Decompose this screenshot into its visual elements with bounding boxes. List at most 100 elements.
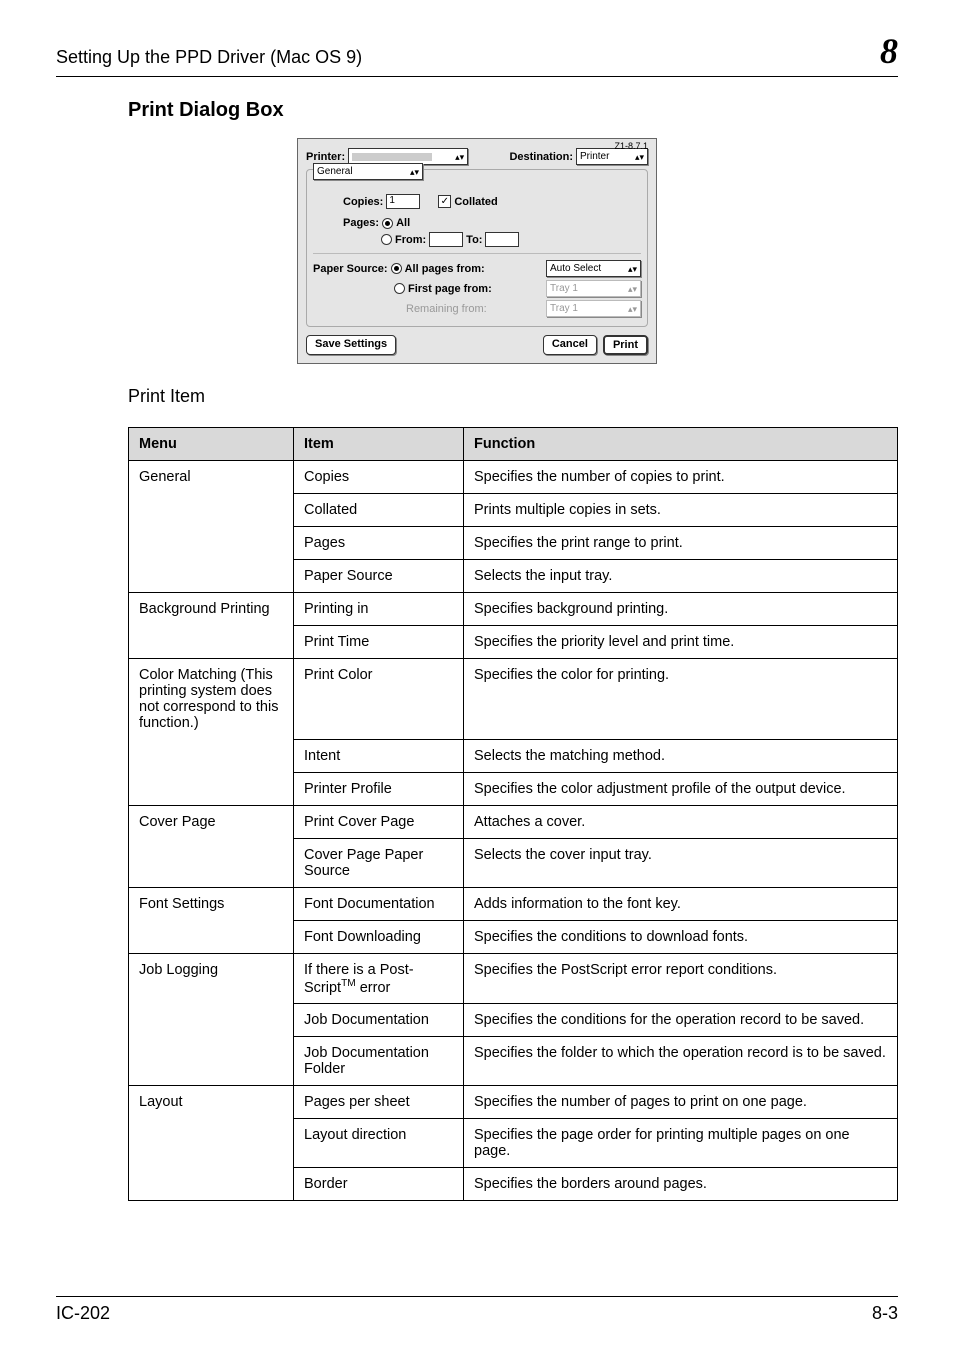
destination-value: Printer bbox=[580, 151, 609, 162]
function-cell: Prints multiple copies in sets. bbox=[464, 494, 898, 527]
ps-allpages-value: Auto Select bbox=[550, 263, 601, 274]
function-cell: Specifies the print range to print. bbox=[464, 527, 898, 560]
pages-from-label: From: bbox=[395, 234, 426, 246]
copies-input[interactable]: 1 bbox=[386, 194, 420, 209]
cancel-button[interactable]: Cancel bbox=[543, 335, 597, 355]
collated-checkbox[interactable]: ✓ bbox=[438, 195, 451, 208]
pages-all-radio[interactable] bbox=[382, 218, 393, 229]
item-cell: Print Cover Page bbox=[294, 805, 464, 838]
updown-icon: ▴▾ bbox=[410, 169, 419, 175]
function-cell: Specifies the folder to which the operat… bbox=[464, 1037, 898, 1086]
subheading: Print Item bbox=[128, 386, 898, 407]
dialog-version: Z1-8.7.1 bbox=[614, 141, 648, 151]
papersource-label: Paper Source: bbox=[313, 263, 388, 275]
function-cell: Specifies the borders around pages. bbox=[464, 1168, 898, 1201]
function-cell: Specifies the priority level and print t… bbox=[464, 626, 898, 659]
print-item-table: Menu Item Function GeneralCopiesSpecifie… bbox=[128, 427, 898, 1201]
running-header: Setting Up the PPD Driver (Mac OS 9) bbox=[56, 47, 362, 68]
th-menu: Menu bbox=[129, 428, 294, 461]
print-button[interactable]: Print bbox=[603, 335, 648, 355]
item-cell: Copies bbox=[294, 461, 464, 494]
ps-remaining-label: Remaining from: bbox=[406, 303, 487, 315]
print-dialog: Z1-8.7.1 Printer: ▴▾ Destination: Printe… bbox=[297, 138, 657, 364]
function-cell: Specifies the number of copies to print. bbox=[464, 461, 898, 494]
pages-to-input[interactable] bbox=[485, 232, 519, 247]
item-cell: Pages bbox=[294, 527, 464, 560]
ps-allpages-select[interactable]: Auto Select ▴▾ bbox=[546, 260, 641, 277]
printer-label: Printer: bbox=[306, 151, 345, 163]
destination-label: Destination: bbox=[509, 151, 573, 163]
panel-select[interactable]: General ▴▾ bbox=[313, 163, 423, 180]
item-cell: Paper Source bbox=[294, 560, 464, 593]
menu-cell-empty bbox=[129, 527, 294, 560]
menu-cell-empty bbox=[129, 920, 294, 953]
updown-icon: ▴▾ bbox=[628, 306, 637, 312]
item-cell: Intent bbox=[294, 739, 464, 772]
menu-cell: Font Settings bbox=[129, 887, 294, 920]
chapter-number: 8 bbox=[880, 30, 898, 72]
ps-all-radio[interactable] bbox=[391, 263, 402, 274]
copies-label: Copies: bbox=[343, 196, 383, 208]
function-cell: Selects the matching method. bbox=[464, 739, 898, 772]
updown-icon: ▴▾ bbox=[628, 286, 637, 292]
menu-cell-empty bbox=[129, 838, 294, 887]
updown-icon: ▴▾ bbox=[455, 154, 464, 160]
menu-cell-empty bbox=[129, 560, 294, 593]
collated-label: Collated bbox=[454, 196, 497, 208]
item-cell: If there is a Post-ScriptTM error bbox=[294, 953, 464, 1004]
menu-cell: Background Printing bbox=[129, 593, 294, 626]
function-cell: Specifies the conditions for the operati… bbox=[464, 1004, 898, 1037]
function-cell: Specifies the color adjustment profile o… bbox=[464, 772, 898, 805]
item-cell: Printer Profile bbox=[294, 772, 464, 805]
updown-icon: ▴▾ bbox=[628, 266, 637, 272]
th-function: Function bbox=[464, 428, 898, 461]
menu-cell: Layout bbox=[129, 1086, 294, 1119]
menu-cell-empty bbox=[129, 626, 294, 659]
ps-firstpage-select: Tray 1 ▴▾ bbox=[546, 280, 641, 297]
function-cell: Selects the input tray. bbox=[464, 560, 898, 593]
menu-cell-empty bbox=[129, 739, 294, 772]
footer-right: 8-3 bbox=[872, 1303, 898, 1324]
menu-cell-empty bbox=[129, 1004, 294, 1037]
item-cell: Pages per sheet bbox=[294, 1086, 464, 1119]
pages-label: Pages: bbox=[343, 217, 379, 229]
updown-icon: ▴▾ bbox=[635, 154, 644, 160]
item-cell: Printing in bbox=[294, 593, 464, 626]
pages-from-input[interactable] bbox=[429, 232, 463, 247]
menu-cell: General bbox=[129, 461, 294, 494]
menu-cell-empty bbox=[129, 1037, 294, 1086]
function-cell: Attaches a cover. bbox=[464, 805, 898, 838]
menu-cell: Job Logging bbox=[129, 953, 294, 1004]
function-cell: Specifies the number of pages to print o… bbox=[464, 1086, 898, 1119]
menu-cell-empty bbox=[129, 772, 294, 805]
function-cell: Specifies the page order for printing mu… bbox=[464, 1119, 898, 1168]
footer-left: IC-202 bbox=[56, 1303, 110, 1324]
menu-cell-empty bbox=[129, 1168, 294, 1201]
th-item: Item bbox=[294, 428, 464, 461]
ps-firstpage-label: First page from: bbox=[408, 283, 492, 295]
item-cell: Job Documentation bbox=[294, 1004, 464, 1037]
item-cell: Cover Page Paper Source bbox=[294, 838, 464, 887]
ps-firstpage-value: Tray 1 bbox=[550, 283, 578, 294]
function-cell: Specifies background printing. bbox=[464, 593, 898, 626]
menu-cell: Cover Page bbox=[129, 805, 294, 838]
item-cell: Layout direction bbox=[294, 1119, 464, 1168]
function-cell: Specifies the PostScript error report co… bbox=[464, 953, 898, 1004]
ps-first-radio[interactable] bbox=[394, 283, 405, 294]
save-settings-button[interactable]: Save Settings bbox=[306, 335, 396, 355]
pages-range-radio[interactable] bbox=[381, 234, 392, 245]
item-cell: Collated bbox=[294, 494, 464, 527]
item-cell: Font Downloading bbox=[294, 920, 464, 953]
section-title: Print Dialog Box bbox=[128, 99, 898, 122]
item-cell: Print Color bbox=[294, 659, 464, 740]
menu-cell-empty bbox=[129, 1119, 294, 1168]
ps-remaining-value: Tray 1 bbox=[550, 303, 578, 314]
ps-allpages-label: All pages from: bbox=[405, 263, 485, 275]
pages-all-label: All bbox=[396, 217, 410, 229]
item-cell: Border bbox=[294, 1168, 464, 1201]
function-cell: Selects the cover input tray. bbox=[464, 838, 898, 887]
menu-cell: Color Matching (This printing system doe… bbox=[129, 659, 294, 740]
item-cell: Print Time bbox=[294, 626, 464, 659]
function-cell: Specifies the color for printing. bbox=[464, 659, 898, 740]
panel-value: General bbox=[317, 166, 353, 177]
